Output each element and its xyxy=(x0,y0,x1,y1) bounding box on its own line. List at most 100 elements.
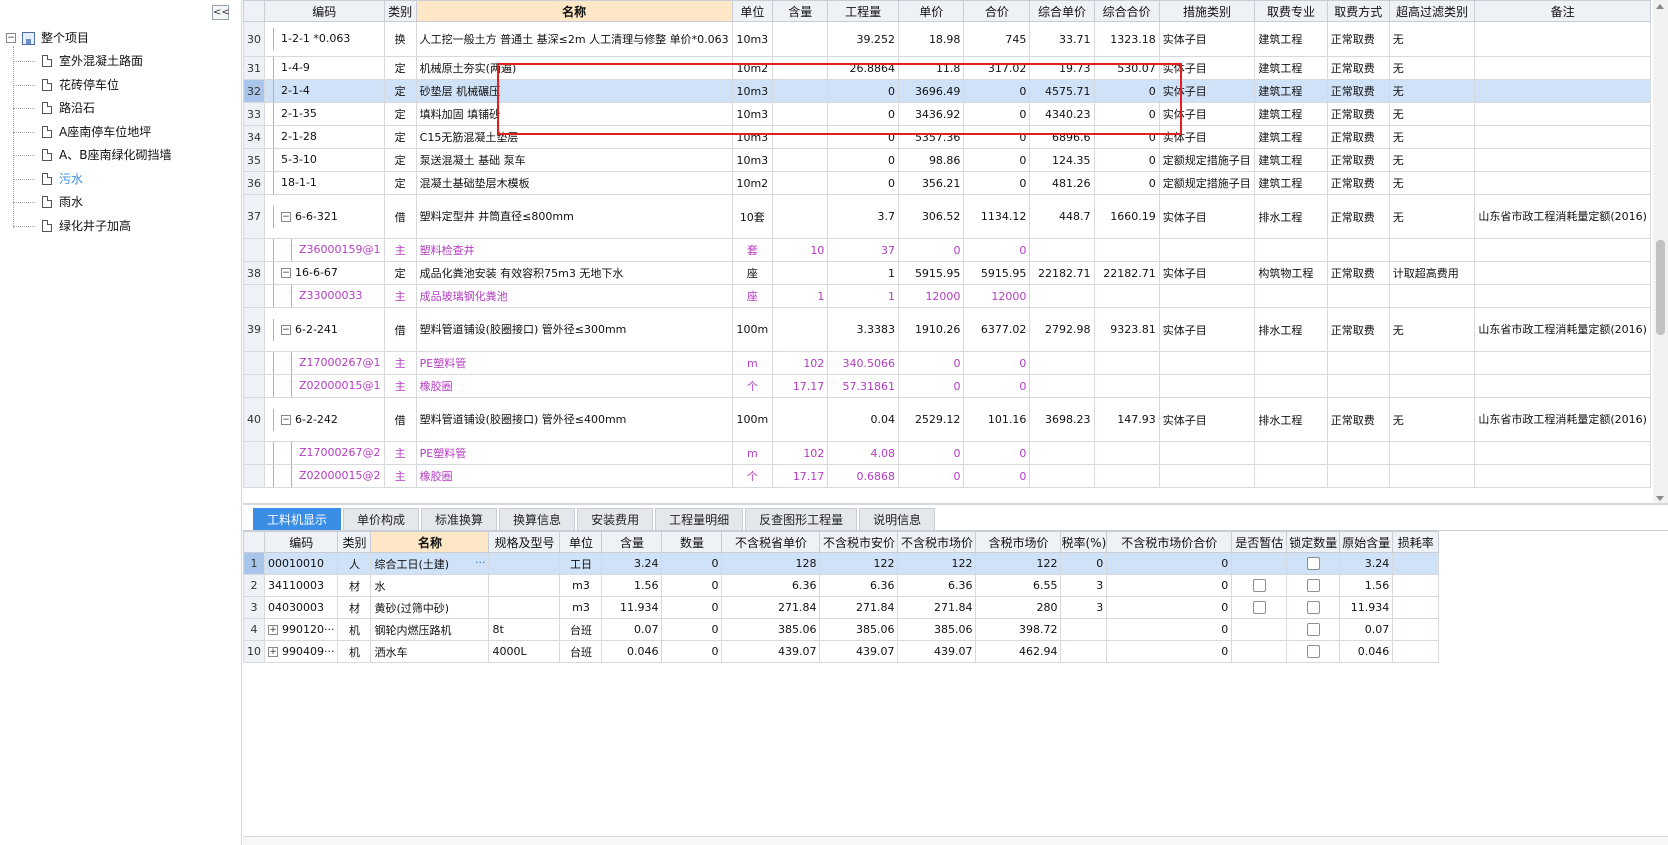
cell-type[interactable]: 借 xyxy=(383,397,417,442)
cell-p2[interactable]: 271.84 xyxy=(819,596,899,619)
cell-cprice[interactable]: 448.7 xyxy=(1029,194,1095,239)
cell-qty[interactable]: 0 xyxy=(661,618,723,641)
cell-qty[interactable]: 340.5066 xyxy=(827,351,900,375)
cell-total[interactable]: 6377.02 xyxy=(963,307,1031,352)
cell-cprice[interactable] xyxy=(1029,441,1095,465)
cell-type[interactable]: 主 xyxy=(383,441,417,465)
column-header[interactable]: 原始含量 xyxy=(1339,531,1394,553)
cell-qty[interactable]: 0 xyxy=(661,552,723,575)
scroll-up-icon[interactable] xyxy=(1656,4,1664,9)
tab[interactable]: 单价构成 xyxy=(343,508,420,530)
cell-price[interactable]: 18.98 xyxy=(898,21,965,57)
item-row[interactable]: 32 2-1-4 定砂垫层 机械碾压 10m3 0 3696.49 0 4575.71 0 实体子… xyxy=(243,79,1651,103)
cell-ctotal[interactable]: 22182.71 xyxy=(1093,261,1160,285)
cell-cprice[interactable]: 22182.71 xyxy=(1029,261,1095,285)
cell-major[interactable]: 构筑物工程 xyxy=(1254,261,1328,285)
cell-note[interactable] xyxy=(1474,464,1651,488)
cell-orig[interactable]: 0.07 xyxy=(1339,618,1394,641)
cell-code[interactable]: Z02000015@2 xyxy=(264,464,385,488)
cell-content[interactable] xyxy=(772,102,829,126)
cell-major[interactable] xyxy=(1254,464,1328,488)
cell-name[interactable]: 塑料检查井 xyxy=(415,238,733,262)
resource-row[interactable]: 1 00010010 人综合工日(土建) ··· 工日 3.24 0 128 122 122 122… xyxy=(243,552,1440,575)
expand-toggle-icon[interactable]: + xyxy=(268,625,278,635)
cell-total[interactable]: 0 xyxy=(963,238,1031,262)
cell-ctotal[interactable] xyxy=(1093,441,1160,465)
cell-lock[interactable] xyxy=(1286,552,1341,575)
cell-measure[interactable]: 实体子目 xyxy=(1158,102,1256,126)
cell-ctotal[interactable]: 0 xyxy=(1093,125,1160,149)
column-header[interactable]: 编码 xyxy=(264,0,385,22)
cell-filter[interactable]: 无 xyxy=(1388,171,1476,195)
cell-major[interactable] xyxy=(1254,351,1328,375)
cell-major[interactable]: 建筑工程 xyxy=(1254,125,1328,149)
cell-major[interactable]: 排水工程 xyxy=(1254,194,1328,239)
cell-code[interactable]: 1-4-9 xyxy=(264,56,385,80)
cell-major[interactable]: 建筑工程 xyxy=(1254,148,1328,172)
cell-p2[interactable]: 6.36 xyxy=(819,574,899,597)
cell-unit[interactable]: 10m2 xyxy=(731,171,774,195)
column-header[interactable]: 合价 xyxy=(963,0,1031,22)
cell-code[interactable]: 18-1-1 xyxy=(264,171,385,195)
lock-checkbox[interactable] xyxy=(1306,557,1320,571)
cell-ctotal[interactable]: 0 xyxy=(1093,79,1160,103)
cell-p1[interactable]: 271.84 xyxy=(721,596,821,619)
cell-mode[interactable]: 正常取费 xyxy=(1326,56,1390,80)
column-header[interactable]: 税率(%) xyxy=(1060,531,1108,553)
cell-note[interactable] xyxy=(1474,374,1651,398)
cell-tax[interactable]: 0 xyxy=(1060,552,1108,575)
cell-filter[interactable]: 无 xyxy=(1388,397,1476,442)
sub-item-row[interactable]: Z02000015@2 主橡胶圈 个 17.17 0.6868 0 0 xyxy=(243,464,1651,488)
cell-type[interactable]: 主 xyxy=(383,238,417,262)
cell-filter[interactable] xyxy=(1388,374,1476,398)
collapse-panel-button[interactable]: << xyxy=(212,5,230,20)
cell-total[interactable]: 317.02 xyxy=(963,56,1031,80)
column-header[interactable]: 数量 xyxy=(661,531,723,553)
cell-filter[interactable]: 无 xyxy=(1388,125,1476,149)
column-header[interactable]: 规格及型号 xyxy=(488,531,561,553)
item-row[interactable]: 35 5-3-10 定泵送混凝土 基础 泵车 10m3 0 98.86 0 124.35 0 定额… xyxy=(243,148,1651,172)
cell-p2[interactable]: 385.06 xyxy=(819,618,899,641)
cell-filter[interactable]: 无 xyxy=(1388,307,1476,352)
cell-mode[interactable] xyxy=(1326,374,1390,398)
cell-cprice[interactable]: 4575.71 xyxy=(1029,79,1095,103)
cell-content[interactable]: 102 xyxy=(772,441,829,465)
cell-total[interactable]: 0 xyxy=(1106,640,1233,663)
cell-name[interactable]: PE塑料管 xyxy=(415,351,733,375)
item-row[interactable]: 39−6-2-241 借塑料管道铺设(胶圈接口) 管外径≤300mm 100m 3.3… xyxy=(243,307,1651,352)
cell-price[interactable]: 12000 xyxy=(898,284,965,308)
cell-major[interactable]: 建筑工程 xyxy=(1254,56,1328,80)
cell-unit[interactable]: 10套 xyxy=(731,194,774,239)
resource-row[interactable]: 4 +990120··· 机钢轮内燃压路机 8t 台班 0.07 0 385.06 385.06… xyxy=(243,618,1440,641)
expand-toggle-icon[interactable]: − xyxy=(281,268,291,278)
cell-lock[interactable] xyxy=(1286,574,1341,597)
cell-qty[interactable]: 0.6868 xyxy=(827,464,900,488)
cell-filter[interactable]: 计取超高费用 xyxy=(1388,261,1476,285)
cell-unit[interactable]: 100m xyxy=(731,307,774,352)
column-header[interactable]: 不含税省单价 xyxy=(721,531,821,553)
cell-price[interactable]: 2529.12 xyxy=(898,397,965,442)
cell-loss[interactable] xyxy=(1392,640,1440,663)
resource-row[interactable]: 2 34110003 材水 m3 1.56 0 6.36 6.36 6.36 6.55 3 0 1.56 xyxy=(243,574,1440,597)
cell-name[interactable]: 塑料定型井 井筒直径≤800mm xyxy=(415,194,733,239)
cell-unit[interactable]: 座 xyxy=(731,261,774,285)
cell-note[interactable] xyxy=(1474,102,1651,126)
cell-name[interactable]: 水 xyxy=(370,574,490,597)
resource-row[interactable]: 10 +990409··· 机洒水车 4000L 台班 0.046 0 439.07 439.0… xyxy=(243,640,1440,663)
cell-content[interactable] xyxy=(772,194,829,239)
expand-toggle-icon[interactable]: − xyxy=(281,324,291,335)
cell-code[interactable]: Z17000267@2 xyxy=(264,441,385,465)
cell-major[interactable] xyxy=(1254,284,1328,308)
cell-mode[interactable] xyxy=(1326,464,1390,488)
cell-mode[interactable]: 正常取费 xyxy=(1326,307,1390,352)
cell-content[interactable]: 1 xyxy=(772,284,829,308)
item-row[interactable]: 30 1-2-1 *0.063 换人工挖一般土方 普通土 基深≤2m 人工清理与修整… xyxy=(243,21,1651,57)
cell-total[interactable]: 0 xyxy=(963,148,1031,172)
cell-qty[interactable]: 4.08 xyxy=(827,441,900,465)
cell-note[interactable] xyxy=(1474,261,1651,285)
cell-name[interactable]: 成品玻璃钢化粪池 xyxy=(415,284,733,308)
cell-content[interactable]: 0.046 xyxy=(601,640,663,663)
cell-measure[interactable]: 实体子目 xyxy=(1158,79,1256,103)
cell-measure[interactable]: 实体子目 xyxy=(1158,125,1256,149)
item-row[interactable]: 34 2-1-28 定 C15无筋混凝土垫层 10m3 0 5357.36 0 6896.6 0 实… xyxy=(243,125,1651,149)
